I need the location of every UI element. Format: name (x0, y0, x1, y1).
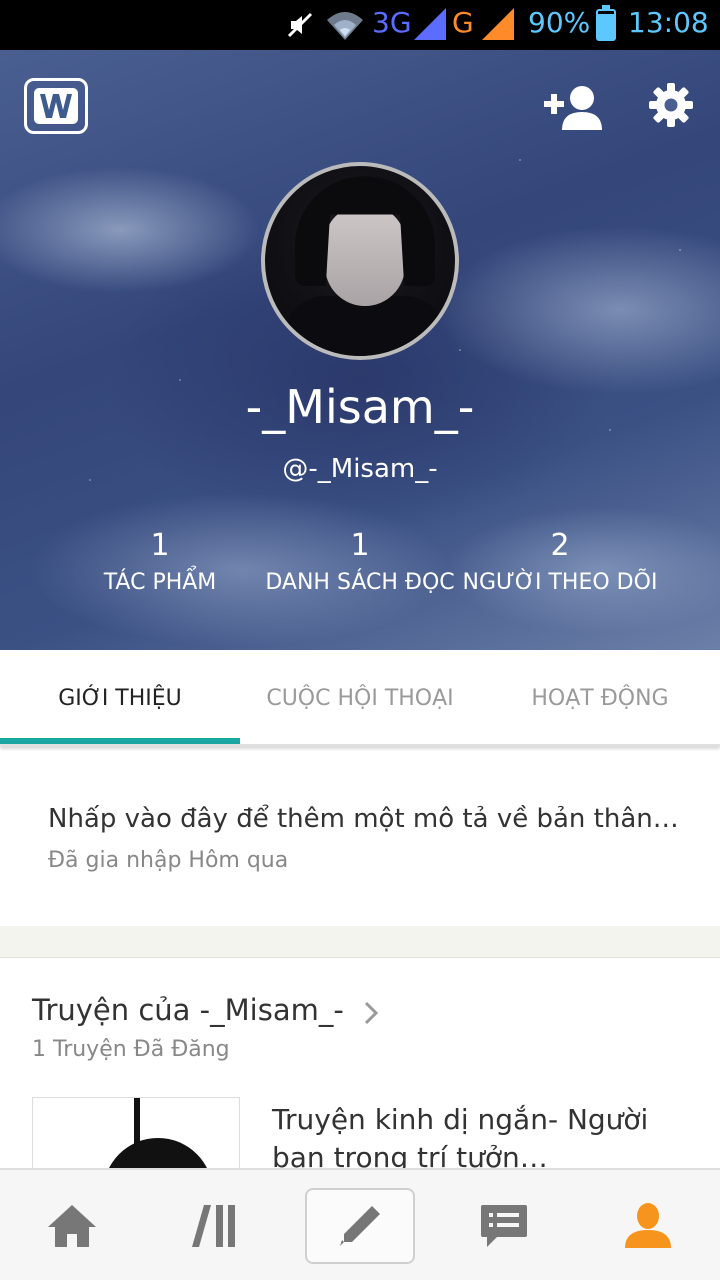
stat-reading-lists[interactable]: 1 DANH SÁCH ĐỌC (260, 526, 460, 598)
tab-conversations[interactable]: CUỘC HỘI THOẠI (240, 650, 480, 746)
pencil-icon (340, 1206, 380, 1246)
stories-count: 1 Truyện Đã Đăng (32, 1037, 230, 1062)
stories-title[interactable]: Truyện của -_Misam_- (32, 993, 344, 1027)
battery-icon (596, 5, 616, 41)
chevron-right-icon[interactable] (362, 999, 380, 1027)
network-3g-label: 3G (372, 6, 412, 39)
stat-reading-lists-label: DANH SÁCH ĐỌC (265, 570, 455, 595)
joined-date: Đã gia nhập Hôm qua (48, 848, 289, 873)
status-bar: 3G G 90% 13:08 (0, 0, 720, 50)
nav-library[interactable] (144, 1170, 288, 1280)
library-icon (192, 1205, 235, 1247)
wifi-icon (327, 12, 363, 40)
story-title[interactable]: Truyện kinh dị ngắn- Người bạn trong trí… (272, 1101, 692, 1169)
avatar[interactable] (261, 162, 459, 360)
tab-activity[interactable]: HOẠT ĐỘNG (480, 650, 720, 746)
wattpad-logo-icon[interactable] (24, 78, 88, 134)
mute-icon (287, 12, 313, 38)
add-user-icon[interactable] (544, 84, 602, 130)
write-button[interactable] (305, 1188, 415, 1264)
display-name: -_Misam_- (245, 380, 475, 434)
profile-icon (625, 1203, 671, 1248)
stat-followers-count: 2 (550, 528, 570, 563)
nav-write[interactable] (288, 1170, 432, 1280)
tab-about[interactable]: GIỚI THIỆU (0, 650, 240, 746)
stat-reading-lists-count: 1 (350, 528, 370, 563)
story-cover[interactable] (32, 1097, 240, 1169)
section-divider (0, 926, 720, 958)
nav-messages[interactable] (432, 1170, 576, 1280)
username-handle: @-_Misam_- (282, 454, 438, 484)
stat-works-label: TÁC PHẨM (103, 570, 217, 595)
about-card: Nhấp vào đây để thêm một mô tả về bản th… (0, 752, 720, 926)
clock: 13:08 (628, 6, 709, 39)
network-g-label: G (452, 6, 474, 39)
profile-tabs: GIỚI THIỆU CUỘC HỘI THOẠI HOẠT ĐỘNG (0, 650, 720, 746)
stat-works[interactable]: 1 TÁC PHẨM (80, 526, 240, 598)
signal-icon (482, 8, 514, 40)
home-icon (48, 1205, 96, 1247)
stat-works-count: 1 (150, 528, 170, 563)
profile-header: -_Misam_- @-_Misam_- 1 TÁC PHẨM 1 DANH S… (0, 50, 720, 650)
stat-followers-label: NGƯỜI THEO DÕI (462, 570, 658, 595)
nav-profile[interactable] (576, 1170, 720, 1280)
battery-percent: 90% (528, 6, 591, 39)
nav-home[interactable] (0, 1170, 144, 1280)
messages-icon (481, 1205, 527, 1247)
bottom-nav (0, 1168, 720, 1280)
signal-icon (414, 8, 446, 40)
stories-section: Truyện của -_Misam_- 1 Truyện Đã Đăng Tr… (0, 959, 720, 1169)
gear-icon[interactable] (648, 82, 694, 128)
stat-followers[interactable]: 2 NGƯỜI THEO DÕI (460, 526, 660, 598)
active-tab-indicator (0, 738, 240, 744)
description-placeholder[interactable]: Nhấp vào đây để thêm một mô tả về bản th… (48, 804, 679, 834)
